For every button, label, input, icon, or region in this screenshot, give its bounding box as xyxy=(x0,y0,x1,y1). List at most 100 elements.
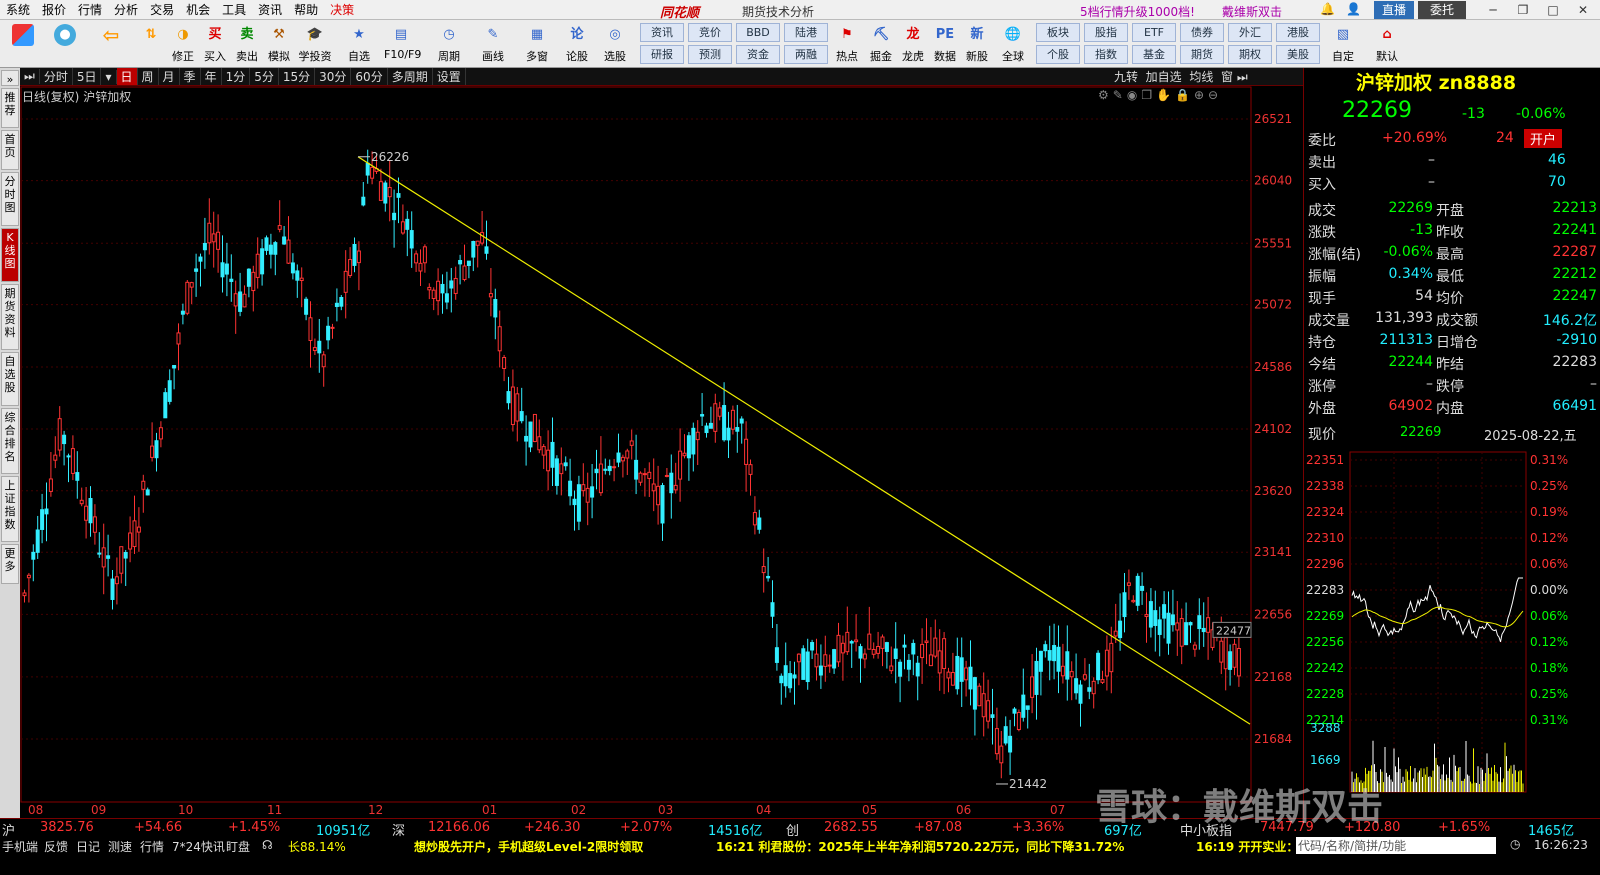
period-multi[interactable]: 多周期 xyxy=(388,68,433,85)
expand-icon[interactable]: ⏭ xyxy=(1237,70,1248,84)
period-settings[interactable]: 设置 xyxy=(433,68,466,85)
back-icon[interactable]: ⇦ xyxy=(94,22,128,66)
ipo-button[interactable]: 新新股 xyxy=(960,22,994,66)
up-down-icon[interactable]: ⇅ xyxy=(134,22,168,66)
period-1min[interactable]: 1分 xyxy=(222,68,251,85)
mobile-link[interactable]: 手机端 xyxy=(2,838,38,855)
f10-button[interactable]: ▤ F10/F9 xyxy=(384,22,421,66)
promo-link[interactable]: 5档行情升级1000档! xyxy=(1080,3,1195,20)
buy-button[interactable]: 买买入 xyxy=(198,22,232,66)
play-icon[interactable]: ⏭ xyxy=(20,69,40,84)
search-input[interactable]: 代码/名称/简拼/功能 xyxy=(1296,837,1496,854)
sidetab-ranking[interactable]: 综合排名 xyxy=(1,408,19,474)
funds-button[interactable]: 资金 xyxy=(736,45,780,64)
multiwindow-button[interactable]: ▦ 多窗 xyxy=(520,22,554,66)
menu-trade[interactable]: 交易 xyxy=(144,1,180,18)
drawline-button[interactable]: ✎ 画线 xyxy=(476,22,510,66)
period-week[interactable]: 周 xyxy=(138,68,159,85)
user-icon[interactable]: 👤 xyxy=(1346,2,1361,16)
menu-tools[interactable]: 工具 xyxy=(216,1,252,18)
menu-help[interactable]: 帮助 xyxy=(288,1,324,18)
period-quarter[interactable]: 季 xyxy=(180,68,201,85)
simulate-button[interactable]: ⚒ 模拟 xyxy=(262,22,296,66)
dragon-tiger-button[interactable]: 龙龙虎 xyxy=(896,22,930,66)
period-year[interactable]: 年 xyxy=(201,68,222,85)
mining-button[interactable]: ⛏ 掘金 xyxy=(864,22,898,66)
headset-icon[interactable]: ☊ xyxy=(262,838,273,852)
custom-button[interactable]: ▧ 自定 xyxy=(1326,22,1360,66)
index-button[interactable]: 指数 xyxy=(1084,45,1128,64)
restore-icon[interactable]: ❐ xyxy=(1510,1,1536,19)
sidetab-recommend[interactable]: 推荐 xyxy=(1,88,19,128)
bell-icon[interactable]: 🔔 xyxy=(1320,2,1335,16)
period-60min[interactable]: 60分 xyxy=(351,68,388,85)
period-month[interactable]: 月 xyxy=(159,68,180,85)
watch-link[interactable]: 盯盘 xyxy=(226,838,250,855)
options-button[interactable]: 期权 xyxy=(1228,45,1272,64)
sidetab-watchlist[interactable]: 自选股 xyxy=(1,352,19,406)
sell-button[interactable]: 卖卖出 xyxy=(230,22,264,66)
period-dropdown-icon[interactable]: ▾ xyxy=(101,69,117,84)
forecast-button[interactable]: 预测 xyxy=(688,45,732,64)
revise-button[interactable]: ◑ 修正 xyxy=(166,22,200,66)
screener-button[interactable]: ◎ 选股 xyxy=(598,22,632,66)
maximize-icon[interactable]: □ xyxy=(1540,1,1566,19)
etf-button[interactable]: ETF xyxy=(1132,23,1176,42)
menu-system[interactable]: 系统 xyxy=(0,1,36,18)
period-30min[interactable]: 30分 xyxy=(315,68,352,85)
menu-opportunity[interactable]: 机会 xyxy=(180,1,216,18)
collapse-icon[interactable]: » xyxy=(1,70,19,86)
menu-analysis[interactable]: 分析 xyxy=(108,1,144,18)
broker-link[interactable]: 戴维斯双击 xyxy=(1222,3,1282,20)
menu-quote[interactable]: 报价 xyxy=(36,1,72,18)
period-day[interactable]: 日 xyxy=(116,68,138,85)
minimize-icon[interactable]: ─ xyxy=(1480,1,1506,19)
window-button[interactable]: 窗 xyxy=(1221,70,1233,84)
period-15min[interactable]: 15分 xyxy=(279,68,316,85)
close-icon[interactable]: ✕ xyxy=(1570,1,1596,19)
margin-button[interactable]: 两融 xyxy=(784,45,828,64)
speedtest-link[interactable]: 测速 xyxy=(108,838,132,855)
market-link[interactable]: 行情 xyxy=(140,838,164,855)
index-futures-button[interactable]: 股指 xyxy=(1084,23,1128,42)
period-5day[interactable]: 5日 xyxy=(73,68,102,85)
learn-button[interactable]: 🎓 学投资 xyxy=(298,22,332,66)
menu-news[interactable]: 资讯 xyxy=(252,1,288,18)
add-watch-button[interactable]: 加自选 xyxy=(1146,70,1182,84)
hotspot-button[interactable]: ⚑ 热点 xyxy=(830,22,864,66)
menu-market[interactable]: 行情 xyxy=(72,1,108,18)
period-5min[interactable]: 5分 xyxy=(250,68,279,85)
kline-chart[interactable]: 26521 26040 25551 25072 24586 24102 23620 23141… xyxy=(20,86,1303,818)
nine-turn-button[interactable]: 九转 xyxy=(1114,70,1138,84)
menu-decision[interactable]: 决策 xyxy=(324,1,360,18)
period-button[interactable]: ◷ 周期 xyxy=(432,22,466,66)
layout-icon[interactable] xyxy=(6,22,40,66)
intraday-chart[interactable]: 22351 0.31% 22338 0.25% 22324 0.19% 22310 0.12%… xyxy=(1304,448,1600,818)
data-button[interactable]: PE 数据 xyxy=(928,22,962,66)
auction-button[interactable]: 竞价 xyxy=(688,23,732,42)
sector-button[interactable]: 板块 xyxy=(1036,23,1080,42)
us-stock-button[interactable]: 美股 xyxy=(1276,45,1320,64)
news-ticker-1[interactable]: 想炒股先开户，手机超级Level-2限时领取 xyxy=(414,838,643,855)
sidetab-sh-index[interactable]: 上证指数 xyxy=(1,476,19,542)
news-button[interactable]: 资讯 xyxy=(640,23,684,42)
hk-stock-button[interactable]: 港股 xyxy=(1276,23,1320,42)
global-button[interactable]: 🌐 全球 xyxy=(996,22,1030,66)
news-flash-link[interactable]: 7*24快讯 xyxy=(172,838,225,855)
forex-button[interactable]: 外汇 xyxy=(1228,23,1272,42)
news-ticker-2[interactable]: 16:21 利君股份：2025年上半年净利润5720.22万元，同比下降31.7… xyxy=(716,838,1124,855)
sidetab-timeshare[interactable]: 分时图 xyxy=(1,172,19,226)
period-timeshare[interactable]: 分时 xyxy=(40,68,73,85)
stock-button[interactable]: 个股 xyxy=(1036,45,1080,64)
sidetab-home[interactable]: 首页 xyxy=(1,130,19,170)
default-button[interactable]: ⌂ 默认 xyxy=(1370,22,1404,66)
live-button[interactable]: 直播 xyxy=(1374,1,1414,19)
ma-button[interactable]: 均线 xyxy=(1189,70,1213,84)
research-button[interactable]: 研报 xyxy=(640,45,684,64)
news-ticker-3[interactable]: 16:19 开开实业： xyxy=(1196,838,1298,855)
bond-button[interactable]: 债券 xyxy=(1180,23,1224,42)
fund-button[interactable]: 基金 xyxy=(1132,45,1176,64)
open-account-button[interactable]: 开户 xyxy=(1524,129,1563,148)
order-button[interactable]: 委托 xyxy=(1418,1,1466,19)
sidetab-more[interactable]: 更多 xyxy=(1,544,19,584)
